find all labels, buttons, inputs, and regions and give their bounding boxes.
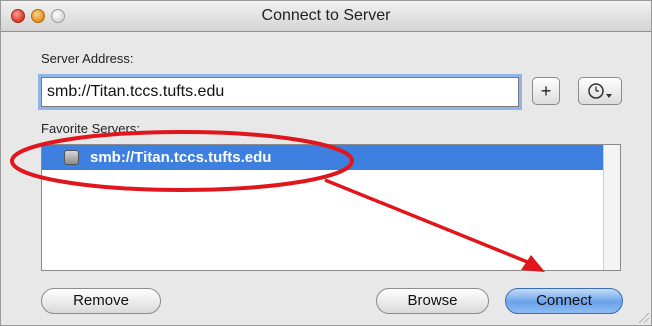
annotation-arrowhead <box>521 255 545 272</box>
annotation-overlay <box>10 130 545 272</box>
highlight-ellipse <box>10 130 354 192</box>
annotation-arrow-line <box>324 178 531 265</box>
